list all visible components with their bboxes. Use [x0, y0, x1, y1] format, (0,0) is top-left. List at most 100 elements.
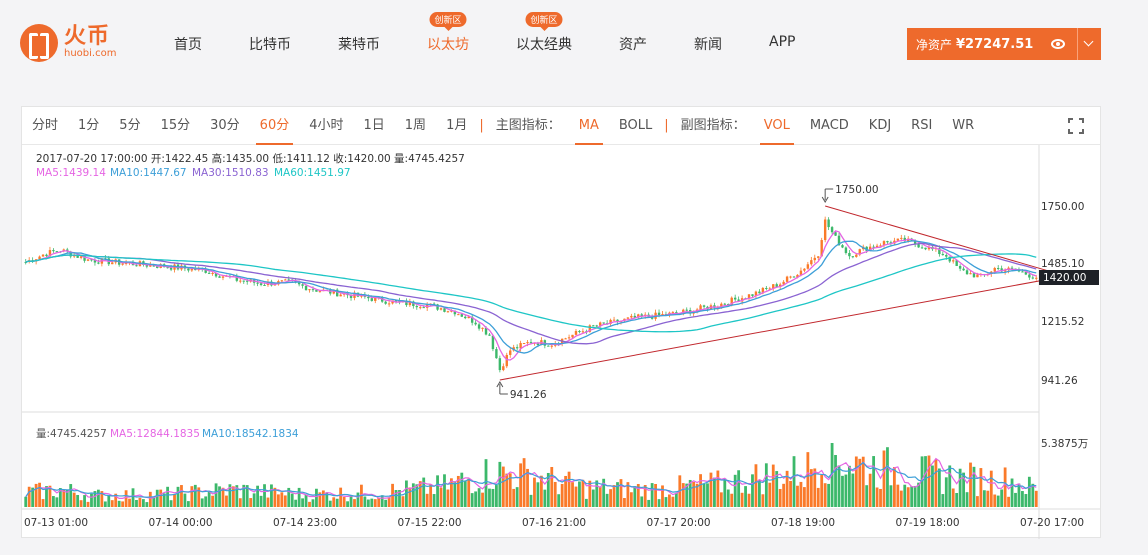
- volume-bar: [557, 494, 561, 507]
- volume-bar: [453, 481, 457, 507]
- volume-bar: [1024, 494, 1028, 507]
- candle-body: [844, 247, 848, 253]
- candle-body: [495, 349, 498, 359]
- candle-body: [111, 262, 114, 265]
- period-tab[interactable]: 60分: [255, 107, 293, 145]
- volume-bar: [650, 483, 654, 507]
- volume-axis-label: 5.3875万: [1041, 438, 1088, 450]
- candle-body: [422, 307, 425, 309]
- volume-bar: [681, 483, 685, 507]
- volume-bar: [384, 499, 388, 507]
- volume-bar: [474, 491, 478, 507]
- price-axis-label: 1750.00: [1041, 201, 1084, 213]
- volume-bar: [363, 496, 367, 507]
- candle-body: [301, 284, 304, 286]
- candle-body: [339, 294, 342, 297]
- main-indicator-tab[interactable]: MA: [574, 107, 603, 145]
- volume-bar: [477, 488, 481, 507]
- volume-bar: [792, 456, 796, 507]
- candle-body: [460, 314, 463, 317]
- chevron-down-icon[interactable]: [1077, 28, 1101, 60]
- volume-bar: [418, 481, 422, 507]
- volume-bar: [83, 495, 86, 507]
- period-tab[interactable]: 1月: [446, 107, 467, 145]
- volume-bar: [76, 494, 80, 507]
- volume-bar: [494, 485, 498, 507]
- volume-bar: [713, 477, 716, 507]
- volume-bar: [439, 487, 443, 507]
- volume-bar: [647, 499, 651, 507]
- nav-item-3[interactable]: 以太坊 创新区: [427, 12, 469, 54]
- net-assets-value: ¥27247.51: [956, 36, 1034, 52]
- volume-bar: [633, 486, 637, 507]
- candle-body: [841, 245, 844, 248]
- volume-bar: [605, 493, 609, 507]
- ma5-value: MA5:1439.14: [36, 167, 106, 179]
- volume-bar: [443, 474, 446, 507]
- volume-bar: [709, 472, 713, 507]
- volume-bar: [27, 486, 31, 507]
- fullscreen-icon[interactable]: [1068, 118, 1084, 134]
- sub-indicator-tab[interactable]: RSI: [911, 107, 932, 145]
- period-tab[interactable]: 1日: [364, 107, 385, 145]
- candle-body: [529, 342, 533, 344]
- candle-body: [1021, 271, 1024, 273]
- nav-item-5[interactable]: 资产: [619, 34, 647, 54]
- candle-body: [792, 276, 796, 278]
- period-tab[interactable]: 5分: [119, 107, 140, 145]
- volume-bar: [501, 466, 505, 507]
- nav-item-1[interactable]: 比特币: [249, 34, 291, 54]
- nav-item-0[interactable]: 首页: [174, 34, 202, 54]
- volume-bar: [377, 497, 381, 507]
- sub-indicator-tab[interactable]: MACD: [810, 107, 849, 145]
- low-annotation: 941.26: [510, 389, 547, 401]
- candle-body: [207, 272, 211, 274]
- volume-bar: [1021, 491, 1024, 507]
- volume-bar: [55, 497, 59, 507]
- period-tab[interactable]: 1周: [405, 107, 426, 145]
- innovation-badge: 创新区: [525, 12, 563, 31]
- net-assets-widget[interactable]: 净资产 ¥27247.51: [907, 28, 1101, 60]
- volume-bar: [297, 487, 301, 507]
- volume-bar: [176, 486, 180, 507]
- net-assets-display[interactable]: 净资产 ¥27247.51: [907, 28, 1077, 60]
- period-tab[interactable]: 分时: [32, 107, 58, 145]
- volume-bar: [342, 496, 346, 507]
- nav-item-label: 以太坊: [427, 37, 469, 53]
- nav-item-6[interactable]: 新闻: [694, 34, 722, 54]
- candle-body: [972, 273, 976, 278]
- candle-body: [612, 319, 616, 321]
- brand-logo[interactable]: 火币 huobi.com: [20, 24, 116, 62]
- price-axis-label: 941.26: [1041, 375, 1078, 387]
- volume-bar: [432, 494, 436, 507]
- period-tab[interactable]: 4小时: [309, 107, 343, 145]
- candle-body: [595, 325, 598, 327]
- nav-item-2[interactable]: 莱特币: [338, 34, 380, 54]
- period-tab[interactable]: 30分: [210, 107, 240, 145]
- volume-bar: [498, 461, 502, 507]
- volume-bar: [328, 500, 332, 507]
- volume-bar: [166, 486, 170, 507]
- ohlc-info: 2017-07-20 17:00:00 开:1422.45 高:1435.00 …: [36, 152, 465, 165]
- volume-bar: [550, 466, 554, 507]
- volume-bar: [851, 473, 855, 507]
- candle-body: [297, 282, 301, 285]
- eye-icon[interactable]: [1051, 39, 1065, 49]
- sub-indicator-tab[interactable]: KDJ: [869, 107, 891, 145]
- sub-indicator-tab[interactable]: WR: [952, 107, 974, 145]
- sub-indicator-tab[interactable]: VOL: [759, 107, 794, 145]
- volume-bar: [512, 488, 516, 507]
- nav-item-4[interactable]: 以太经典 创新区: [516, 12, 572, 54]
- period-tab[interactable]: 1分: [78, 107, 99, 145]
- nav-item-label: 首页: [174, 37, 202, 53]
- volume-bar: [657, 499, 661, 507]
- volume-bar: [304, 494, 308, 507]
- nav-item-7[interactable]: APP: [769, 34, 795, 54]
- volume-bar: [899, 490, 903, 507]
- volume-bar: [754, 464, 758, 507]
- volume-bar: [491, 488, 495, 507]
- candle-body: [498, 358, 502, 371]
- period-tab[interactable]: 15分: [161, 107, 191, 145]
- main-indicator-tab[interactable]: BOLL: [619, 107, 652, 145]
- kline-chart[interactable]: 1750.00 1485.10 1215.52 941.26 1420.00 5.3875…: [22, 145, 1100, 539]
